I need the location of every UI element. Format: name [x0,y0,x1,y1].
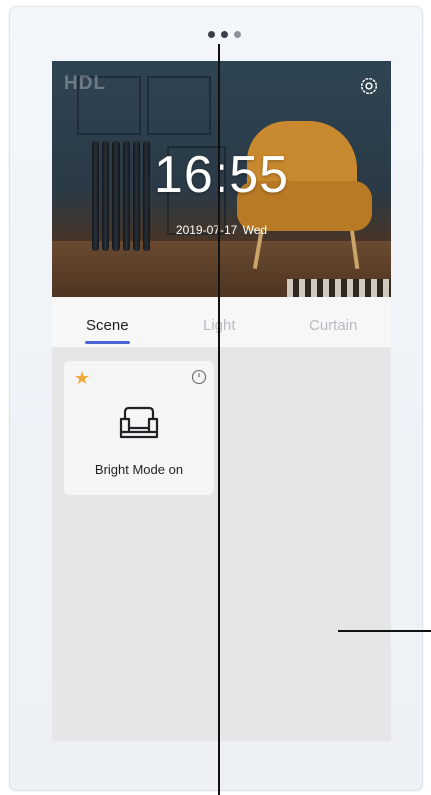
clock-icon[interactable] [191,369,207,385]
tab-bar: Scene Light Curtain [52,297,391,347]
tab-curtain[interactable]: Curtain [309,317,357,334]
screen: HDL 16:55 2019-07-17 Wed Scene Light Cur… [52,61,391,741]
page-indicator [208,31,241,38]
tab-scene[interactable]: Scene [86,317,129,334]
page-dot-2[interactable] [221,31,228,38]
sofa-icon [119,406,159,439]
star-icon[interactable]: ★ [74,369,90,387]
clock-time: 16:55 [153,146,290,204]
active-tab-indicator [85,341,130,344]
rug [287,279,391,297]
callout-line-vertical [218,44,220,795]
clock-date: 2019-07-17 Wed [175,223,268,237]
page-dot-1[interactable] [208,31,215,38]
scene-card[interactable]: ★ Bright Mode on [64,361,214,495]
scene-label: Bright Mode on [94,462,184,477]
hero-banner: HDL 16:55 2019-07-17 Wed [52,61,391,297]
page-dot-3[interactable] [234,31,241,38]
brand-logo: HDL [64,73,107,94]
callout-line-horizontal [338,630,431,632]
wall-panel [147,76,211,135]
gear-icon[interactable] [358,75,380,97]
